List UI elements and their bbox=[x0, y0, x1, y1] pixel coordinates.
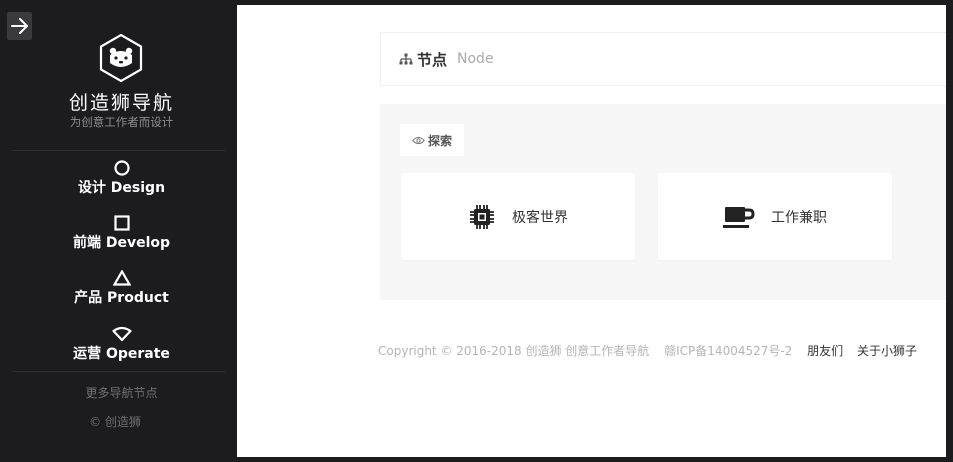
more-nodes-link[interactable]: 更多导航节点 bbox=[0, 384, 243, 401]
main-content: 节点 Node 探索 极客世界 工作兼职 Copyright © 2016-20… bbox=[237, 5, 946, 457]
card-part-time-jobs[interactable]: 工作兼职 bbox=[658, 173, 892, 260]
node-subtitle: Node bbox=[457, 51, 494, 67]
footer-link-about[interactable]: 关于小狮子 bbox=[857, 344, 917, 358]
footer-copyright: Copyright © 2016-2018 创造狮 创意工作者导航 bbox=[378, 344, 650, 358]
arrow-right-icon[interactable] bbox=[7, 12, 32, 40]
nav-label: 设计 Design bbox=[77, 180, 166, 196]
coffee-cup-icon bbox=[723, 206, 755, 228]
sidebar-copyright: © 创造狮 bbox=[89, 415, 141, 429]
sitemap-icon bbox=[399, 53, 413, 65]
lion-logo-icon[interactable] bbox=[98, 33, 144, 83]
card-label: 工作兼职 bbox=[771, 209, 827, 226]
triangle-icon bbox=[112, 270, 131, 286]
nav-item-operate[interactable]: 运营 Operate bbox=[0, 326, 243, 363]
cpu-chip-icon bbox=[470, 204, 494, 229]
square-icon bbox=[113, 215, 130, 231]
divider bbox=[12, 371, 225, 372]
explore-tab[interactable]: 探索 bbox=[400, 124, 464, 156]
brand-subtitle: 为创意工作者而设计 bbox=[69, 115, 174, 129]
nav-item-design[interactable]: 设计 Design bbox=[0, 160, 243, 197]
divider bbox=[12, 150, 225, 151]
nav-label: 运营 Operate bbox=[73, 346, 170, 362]
explore-label: 探索 bbox=[427, 133, 452, 148]
eye-icon bbox=[412, 136, 425, 144]
footer: Copyright © 2016-2018 创造狮 创意工作者导航 赣ICP备1… bbox=[378, 342, 927, 359]
circle-icon bbox=[113, 160, 130, 176]
footer-link-friends[interactable]: 朋友们 bbox=[807, 344, 843, 358]
brand-name: 创造狮导航 bbox=[68, 92, 174, 114]
card-label: 极客世界 bbox=[512, 209, 568, 226]
nav-item-develop[interactable]: 前端 Develop bbox=[0, 215, 243, 252]
nav-item-product[interactable]: 产品 Product bbox=[0, 270, 243, 307]
card-geek-world[interactable]: 极客世界 bbox=[401, 173, 635, 260]
node-title: 节点 bbox=[417, 50, 448, 69]
wifi-shape-icon bbox=[111, 326, 132, 342]
explore-panel: 探索 极客世界 工作兼职 bbox=[380, 104, 946, 300]
footer-icp[interactable]: 赣ICP备14004527号-2 bbox=[664, 344, 792, 358]
node-header: 节点 Node bbox=[380, 32, 946, 86]
sidebar: 创造狮导航 为创意工作者而设计 设计 Design 前端 Develop 产品 … bbox=[0, 0, 237, 462]
nav-label: 前端 Develop bbox=[72, 235, 171, 251]
nav-label: 产品 Product bbox=[74, 290, 169, 306]
